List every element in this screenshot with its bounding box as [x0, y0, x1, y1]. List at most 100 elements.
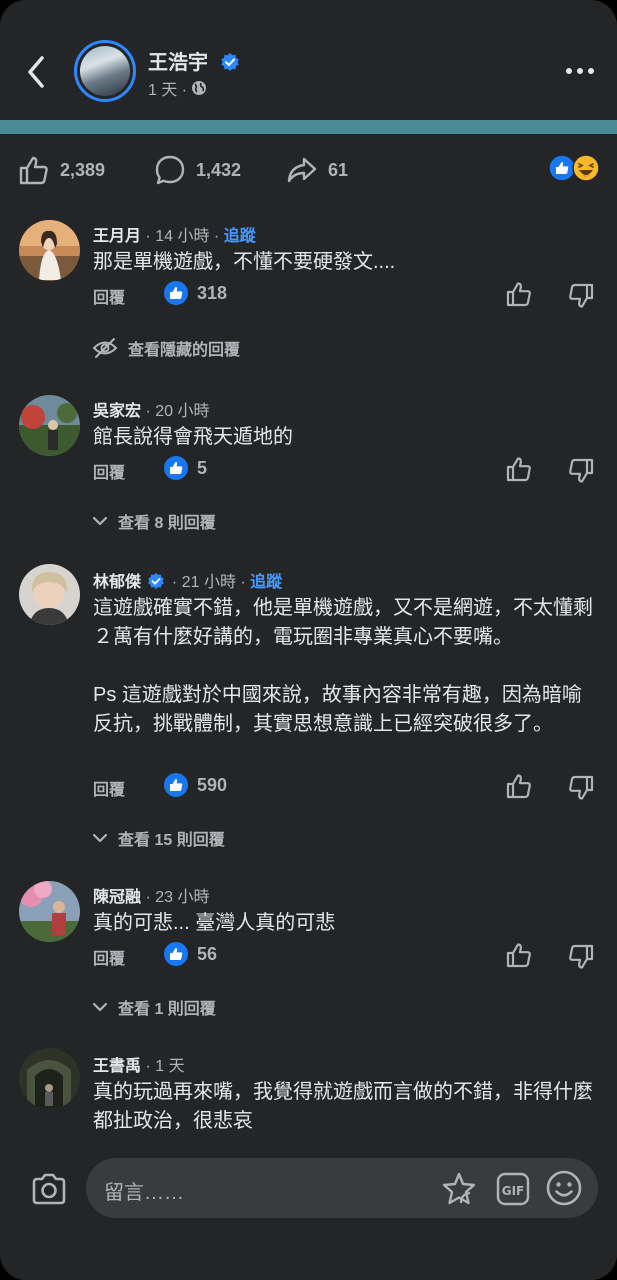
back-chevron-icon [28, 56, 44, 88]
post-stats: 2,389 1,432 61 [0, 148, 617, 192]
chevron-down-icon [92, 833, 108, 843]
commenter-name[interactable]: 王書禹 [93, 1058, 141, 1075]
post-header: 王浩宇 1 天 · [0, 0, 617, 120]
view-replies-link[interactable]: 查看 15 則回覆 [92, 826, 225, 850]
commenter-name[interactable]: 王月月 [93, 228, 141, 245]
reply-button[interactable]: 回覆 [93, 459, 125, 483]
comment-icon [155, 155, 185, 185]
commenter-avatar[interactable] [19, 1048, 80, 1109]
comment-text: 這遊戲確實不錯，他是單機遊戲，又不是網遊，不太懂剩２萬有什麼好講的，電玩圈非專業… [93, 597, 593, 735]
verified-badge-icon [148, 572, 165, 590]
author-avatar-image [80, 46, 130, 96]
share-stat-button[interactable]: 61 [286, 154, 348, 186]
camera-icon[interactable] [30, 1172, 68, 1206]
thumbs-up-icon[interactable] [505, 280, 533, 308]
chevron-down-icon [92, 516, 108, 526]
commenter-avatar[interactable] [19, 395, 80, 456]
thumbs-up-icon[interactable] [505, 772, 533, 800]
comment-time: · 14 小時 · [145, 228, 220, 245]
like-badge-icon [164, 773, 188, 797]
comment-header: 王月月 · 14 小時 · 追蹤 [93, 222, 256, 246]
more-dots-icon [566, 68, 594, 74]
commenter-avatar-image [19, 564, 80, 625]
post-time: 1 天 · [148, 82, 188, 99]
comment-text: 那是單機遊戲，不懂不要硬發文.... [93, 251, 396, 273]
view-hidden-replies-link[interactable]: 查看隱藏的回覆 [92, 336, 240, 360]
post-media-edge [0, 120, 617, 134]
chevron-down-icon [92, 1002, 108, 1012]
reply-button[interactable]: 回覆 [93, 284, 125, 308]
commenter-avatar-image [19, 1048, 80, 1109]
comment-like-count: 318 [163, 280, 227, 306]
comment-time: · 1 天 [145, 1058, 185, 1075]
comment-count: 1,432 [196, 159, 242, 180]
comment-actions: 回覆 5 [93, 455, 603, 485]
comment-header: 林郁傑 · 21 小時 · 追蹤 [93, 568, 282, 592]
commenter-avatar[interactable] [19, 881, 80, 942]
view-hidden-replies-label: 查看隱藏的回覆 [128, 342, 241, 359]
comment-time: · 20 小時 [145, 403, 210, 420]
commenter-avatar-image [19, 881, 80, 942]
commenter-avatar[interactable] [19, 220, 80, 281]
comment-like-count: 590 [163, 772, 227, 798]
comment-like-count: 56 [163, 941, 217, 967]
back-button[interactable] [22, 52, 52, 92]
comment-input-placeholder: 留言…… [104, 1182, 184, 1204]
share-count: 61 [328, 159, 349, 180]
follow-button[interactable]: 追蹤 [250, 574, 282, 591]
comment-actions: 回覆 590 [93, 772, 603, 802]
thumbs-down-icon[interactable] [567, 943, 595, 971]
commenter-name[interactable]: 陳冠融 [93, 889, 141, 906]
like-badge-icon [164, 281, 188, 305]
sticker-icon[interactable] [440, 1170, 478, 1208]
comment-like-number: 318 [197, 282, 228, 303]
thumbs-down-icon[interactable] [567, 774, 595, 802]
comment-like-count: 5 [163, 455, 207, 481]
comment-time: · 21 小時 · [171, 574, 246, 591]
thumbs-up-icon[interactable] [505, 941, 533, 969]
gif-icon[interactable]: GIF [494, 1170, 532, 1208]
author-name-link[interactable]: 王浩宇 [148, 46, 240, 75]
thumbs-down-icon[interactable] [567, 457, 595, 485]
view-replies-link[interactable]: 查看 8 則回覆 [92, 509, 216, 533]
like-stat-button[interactable]: 2,389 [18, 154, 105, 186]
comment-text: 真的玩過再來嘴，我覺得就遊戲而言做的不錯，非得什麼都扯政治，很悲哀 [93, 1081, 593, 1132]
author-avatar[interactable] [74, 40, 136, 102]
comment-time: · 23 小時 [145, 889, 210, 906]
like-icon [19, 156, 48, 185]
comment-text: 館長說得會飛天遁地的 [93, 426, 293, 448]
comment-actions: 回覆 56 [93, 941, 603, 971]
verified-badge-icon [220, 53, 239, 71]
commenter-name[interactable]: 吳家宏 [93, 403, 141, 420]
more-options-button[interactable] [560, 56, 600, 86]
comment-input[interactable]: 留言…… GIF [86, 1158, 598, 1218]
thumbs-down-icon[interactable] [567, 282, 595, 310]
follow-button[interactable]: 追蹤 [224, 228, 256, 245]
view-replies-label: 查看 8 則回覆 [118, 515, 216, 532]
comment-stat-button[interactable]: 1,432 [154, 154, 241, 186]
comment-like-number: 5 [197, 457, 208, 478]
post-meta: 1 天 · [148, 76, 207, 100]
like-badge-icon [164, 456, 188, 480]
emoji-icon[interactable] [544, 1168, 584, 1208]
haha-reaction-icon [572, 154, 600, 182]
thumbs-up-icon[interactable] [505, 455, 533, 483]
commenter-name[interactable]: 林郁傑 [93, 574, 141, 591]
comment-like-number: 56 [197, 943, 218, 964]
comment-like-number: 590 [197, 774, 228, 795]
share-icon [287, 157, 317, 183]
commenter-avatar-image [19, 220, 80, 281]
like-count: 2,389 [60, 159, 106, 180]
hidden-eye-icon [92, 338, 118, 358]
comment-header: 吳家宏 · 20 小時 [93, 397, 210, 421]
view-replies-label: 查看 1 則回覆 [118, 1001, 216, 1018]
view-replies-link[interactable]: 查看 1 則回覆 [92, 995, 216, 1019]
comment-actions: 回覆 318 [93, 280, 603, 310]
reaction-summary[interactable] [548, 154, 604, 184]
comment-composer: 留言…… GIF [0, 1144, 617, 1280]
comment-text: 真的可悲... 臺灣人真的可悲 [93, 912, 336, 934]
reply-button[interactable]: 回覆 [93, 776, 125, 800]
reply-button[interactable]: 回覆 [93, 945, 125, 969]
commenter-avatar[interactable] [19, 564, 80, 625]
globe-icon [192, 81, 207, 95]
